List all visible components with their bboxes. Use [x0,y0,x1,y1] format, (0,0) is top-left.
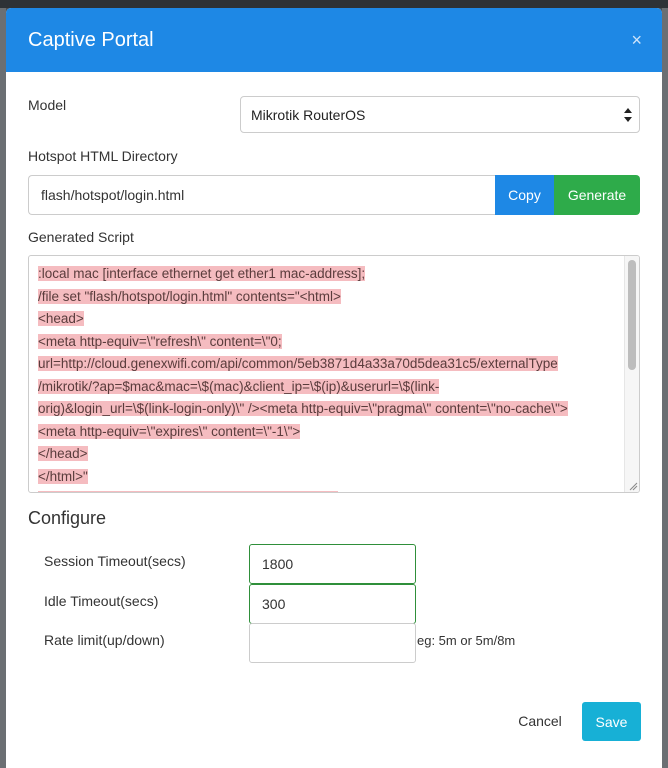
session-timeout-input[interactable]: 1800 [249,544,416,584]
select-arrows-icon [624,108,632,122]
save-button[interactable]: Save [582,702,641,741]
idle-timeout-label: Idle Timeout(secs) [44,593,159,609]
dialog-title: Captive Portal [28,28,154,51]
script-content: :local mac [interface ethernet get ether… [38,263,618,492]
script-line: url=http://cloud.genexwifi.com/api/commo… [38,353,618,376]
captive-portal-dialog: Captive Portal × Model Mikrotik RouterOS… [6,8,662,768]
copy-button[interactable]: Copy [495,175,554,215]
backdrop [0,0,668,8]
resize-grip-icon[interactable] [628,481,638,491]
script-line-text: /file set "flash/hotspot/login.html" con… [38,288,341,304]
scrollbar-thumb[interactable] [628,260,636,370]
rate-limit-label: Rate limit(up/down) [44,632,165,648]
model-select-value: Mikrotik RouterOS [251,106,366,123]
script-line: <head> [38,308,618,331]
backdrop-right [662,8,668,768]
script-line-text: /mikrotik/?ap=$mac&mac=\$(mac)&client_ip… [38,378,440,394]
session-timeout-label: Session Timeout(secs) [44,553,186,569]
rate-limit-hint: eg: 5m or 5m/8m [417,633,516,648]
script-scrollbar[interactable] [624,256,639,492]
hotspot-directory-value: flash/hotspot/login.html [41,187,185,203]
close-icon[interactable]: × [631,28,642,52]
script-line: </html>" [38,466,618,489]
generated-script-label: Generated Script [28,229,134,245]
configure-heading: Configure [28,508,107,528]
script-line: /mikrotik/?ap=$mac&mac=\$(mac)&client_ip… [38,376,618,399]
script-line: <meta http-equiv=\"refresh\" content=\"0… [38,331,618,354]
cancel-button[interactable]: Cancel [509,702,571,740]
script-line-text: </head> [38,446,88,461]
script-line-text: </html>" [38,468,88,484]
idle-timeout-value: 300 [262,596,286,612]
script-line: <meta http-equiv=\"expires\" content=\"-… [38,421,618,444]
script-line-text: :local mac [interface ethernet get ether… [38,266,366,281]
script-line-text: url=http://cloud.genexwifi.com/api/commo… [38,356,558,371]
script-line: orig)&login_url=\$(link-login-only)\" />… [38,398,618,421]
script-line-text: <meta http-equiv=\"refresh\" content=\"0… [38,333,282,349]
script-line: </head> [38,443,618,466]
dialog-header: Captive Portal × [6,8,662,72]
script-line-text: <head> [38,311,84,326]
script-line: /file set "flash/hotspot/login.html" con… [38,286,618,309]
script-line-text: :if [:len "flash/hotspot/login.html" con… [38,491,338,492]
script-line-text: <meta http-equiv=\"expires\" content=\"-… [38,423,301,439]
generate-button[interactable]: Generate [554,175,640,215]
script-line-text: orig)&login_url=\$(link-login-only)\" />… [38,401,568,416]
rate-limit-input[interactable] [249,623,416,663]
idle-timeout-input[interactable]: 300 [249,584,416,624]
model-label: Model [28,97,67,113]
generated-script-textarea[interactable]: :local mac [interface ethernet get ether… [28,255,640,493]
session-timeout-value: 1800 [262,556,294,572]
script-line: :local mac [interface ethernet get ether… [38,263,618,286]
script-line: :if [:len "flash/hotspot/login.html" con… [38,488,618,492]
hotspot-directory-label: Hotspot HTML Directory [28,148,178,164]
model-select[interactable]: Mikrotik RouterOS [240,96,640,133]
hotspot-directory-input[interactable]: flash/hotspot/login.html [28,175,495,215]
